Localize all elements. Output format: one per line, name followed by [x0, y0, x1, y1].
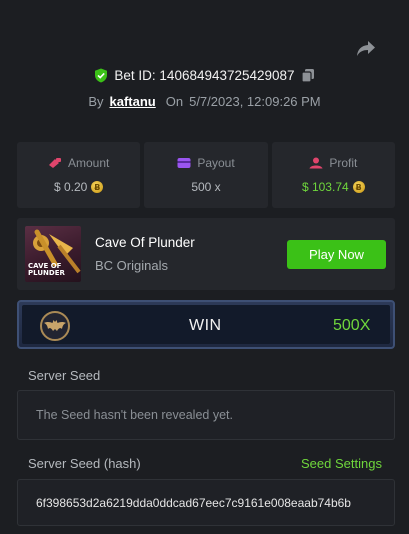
- result-status: WIN: [189, 317, 222, 334]
- profit-icon: [309, 157, 323, 169]
- game-thumbnail[interactable]: CAVE OF PLUNDER: [25, 226, 81, 282]
- bcd-coin-icon: Ƀ: [91, 181, 104, 193]
- on-label: On: [165, 93, 184, 109]
- server-seed-message: The Seed hasn't been revealed yet.: [36, 408, 233, 422]
- bet-datetime: 5/7/2023, 12:09:26 PM: [189, 93, 321, 109]
- result-multiplier: 500X: [333, 317, 371, 334]
- bet-header: Bet ID: 140684943725429087 By kaftanu On…: [0, 66, 409, 110]
- server-seed-box: The Seed hasn't been revealed yet.: [17, 390, 395, 440]
- stat-profit-title: Profit: [329, 156, 358, 170]
- stat-payout-title: Payout: [197, 156, 235, 170]
- verified-shield-icon: [95, 68, 108, 82]
- game-name[interactable]: Cave Of Plunder: [95, 235, 195, 250]
- bet-id-row: Bet ID: 140684943725429087: [0, 66, 409, 84]
- bcd-coin-icon: Ƀ: [352, 181, 365, 193]
- username-link[interactable]: kaftanu: [110, 94, 156, 109]
- bet-stats: Amount $ 0.20 Ƀ Payout 500 x Profit $ 10…: [17, 142, 395, 208]
- stat-amount-value: $ 0.20: [53, 180, 88, 194]
- seed-settings-link[interactable]: Seed Settings: [301, 456, 382, 471]
- bat-medal-icon: [40, 311, 70, 341]
- stat-amount: Amount $ 0.20 Ƀ: [17, 142, 141, 208]
- game-thumbnail-label: CAVE OF PLUNDER: [28, 262, 65, 277]
- server-seed-hash-value: 6f398653d2a6219dda0ddcad67eec7c9161e008e…: [36, 496, 351, 510]
- stat-payout-value: 500 x: [191, 180, 221, 194]
- game-card: CAVE OF PLUNDER Cave Of Plunder BC Origi…: [17, 218, 395, 290]
- stat-profit-value: $ 103.74: [301, 180, 349, 194]
- share-icon[interactable]: [356, 40, 376, 58]
- result-banner: WIN 500X: [17, 300, 395, 349]
- by-label: By: [88, 93, 104, 109]
- coins-icon: [48, 158, 61, 168]
- server-seed-label: Server Seed: [28, 368, 101, 383]
- game-provider: BC Originals: [95, 258, 168, 273]
- server-seed-hash-label: Server Seed (hash): [28, 456, 141, 471]
- bet-id: Bet ID: 140684943725429087: [114, 67, 295, 83]
- play-now-button[interactable]: Play Now: [287, 240, 386, 269]
- wallet-icon: [177, 158, 191, 168]
- stat-profit: Profit $ 103.74 Ƀ: [271, 142, 395, 208]
- stat-payout: Payout 500 x: [144, 142, 268, 208]
- copy-icon[interactable]: [300, 68, 315, 83]
- bet-author-row: By kaftanu On 5/7/2023, 12:09:26 PM: [0, 92, 409, 110]
- server-seed-hash-field[interactable]: 6f398653d2a6219dda0ddcad67eec7c9161e008e…: [17, 479, 395, 526]
- stat-amount-title: Amount: [67, 156, 110, 170]
